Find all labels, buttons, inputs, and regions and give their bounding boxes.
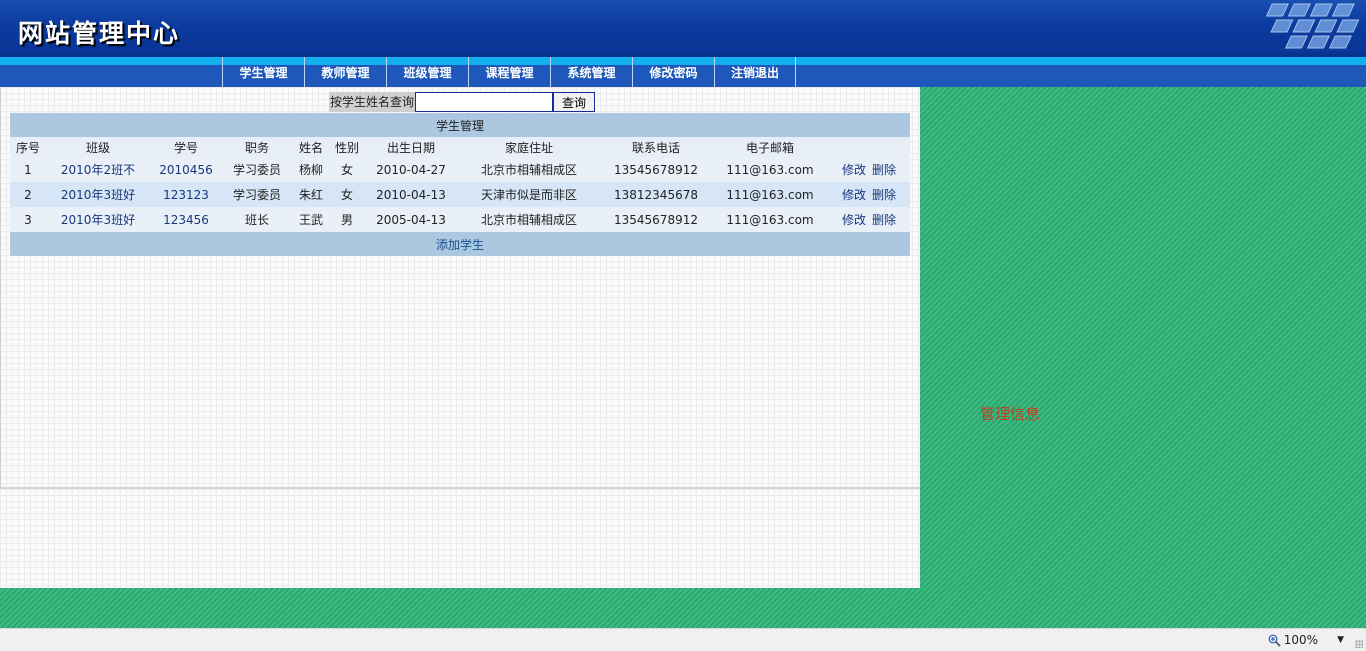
column-header: 性别	[330, 137, 364, 157]
nav-system-management[interactable]: 系统管理	[550, 57, 632, 87]
actions-cell: 修改 删除	[828, 157, 911, 182]
birthdate-cell: 2010-04-13	[364, 182, 458, 207]
nav-class-management[interactable]: 班级管理	[386, 57, 468, 87]
class-link-text[interactable]: 2010年2班不	[61, 163, 135, 177]
class-link[interactable]: 2010年3班好	[46, 182, 150, 207]
student-name-search-input[interactable]	[415, 92, 554, 112]
row-number: 1	[10, 157, 46, 182]
panel-text: 管理信息	[980, 405, 1041, 423]
class-link[interactable]: 2010年2班不	[46, 157, 150, 182]
phone-cell: 13545678912	[600, 207, 712, 232]
gender-cell: 男	[330, 207, 364, 232]
student-id-text[interactable]: 123456	[163, 213, 209, 227]
address-cell: 天津市似是而非区	[458, 182, 600, 207]
column-header: 职务	[222, 137, 292, 157]
delete-link[interactable]: 删除	[872, 213, 896, 227]
delete-link[interactable]: 删除	[872, 163, 896, 177]
gender-cell: 女	[330, 182, 364, 207]
birthdate-cell: 2010-04-27	[364, 157, 458, 182]
header-banner: 网站管理中心	[0, 0, 1366, 57]
delete-link[interactable]: 删除	[872, 188, 896, 202]
address-cell: 北京市相辅相成区	[458, 157, 600, 182]
name-cell: 王武	[292, 207, 330, 232]
column-header	[828, 137, 911, 157]
nav-course-management[interactable]: 课程管理	[468, 57, 550, 87]
column-header: 家庭住址	[458, 137, 600, 157]
main-nav: 学生管理 教师管理 班级管理 课程管理 系统管理 修改密码 注销退出	[0, 57, 1366, 87]
actions-cell: 修改 删除	[828, 207, 911, 232]
column-header: 序号	[10, 137, 46, 157]
search-label: 按学生姓名查询	[329, 92, 416, 112]
status-bar: 100% ▼	[0, 628, 1366, 651]
actions-cell: 修改 删除	[828, 182, 911, 207]
column-header: 班级	[46, 137, 150, 157]
student-table: 学生管理 序号 班级 学号 职务 姓名 性别 出生日期 家庭住址 联系电话 电子…	[10, 113, 911, 256]
edit-link[interactable]: 修改	[842, 163, 866, 177]
email-cell: 111@163.com	[712, 207, 828, 232]
nav-logout[interactable]: 注销退出	[714, 57, 796, 87]
table-row: 2 2010年3班好 123123 学习委员 朱红 女 2010-04-13 天…	[10, 182, 911, 207]
frame-border	[0, 87, 1, 487]
gender-cell: 女	[330, 157, 364, 182]
column-header: 学号	[150, 137, 222, 157]
email-cell: 111@163.com	[712, 157, 828, 182]
keyboard-graphic	[1265, 3, 1360, 49]
class-link-text[interactable]: 2010年3班好	[61, 213, 135, 227]
table-title: 学生管理	[10, 113, 911, 137]
frame-border-bottom	[0, 487, 920, 489]
nav-student-management[interactable]: 学生管理	[222, 57, 304, 87]
name-cell: 杨柳	[292, 157, 330, 182]
column-header: 出生日期	[364, 137, 458, 157]
table-row: 3 2010年3班好 123456 班长 王武 男 2005-04-13 北京市…	[10, 207, 911, 232]
nav-teacher-management[interactable]: 教师管理	[304, 57, 386, 87]
column-header: 姓名	[292, 137, 330, 157]
class-link[interactable]: 2010年3班好	[46, 207, 150, 232]
zoom-icon	[1268, 634, 1281, 647]
site-title: 网站管理中心	[18, 19, 181, 48]
search-bar: 按学生姓名查询 查询	[329, 92, 596, 112]
birthdate-cell: 2005-04-13	[364, 207, 458, 232]
phone-cell: 13545678912	[600, 157, 712, 182]
edit-link[interactable]: 修改	[842, 188, 866, 202]
phone-cell: 13812345678	[600, 182, 712, 207]
student-id-link[interactable]: 123456	[150, 207, 222, 232]
student-id-text[interactable]: 123123	[163, 188, 209, 202]
role-cell: 学习委员	[222, 157, 292, 182]
zoom-control[interactable]: 100%	[1268, 633, 1318, 647]
student-id-link[interactable]: 2010456	[150, 157, 222, 182]
student-id-text[interactable]: 2010456	[159, 163, 212, 177]
table-header-row: 序号 班级 学号 职务 姓名 性别 出生日期 家庭住址 联系电话 电子邮箱	[10, 137, 911, 157]
role-cell: 学习委员	[222, 182, 292, 207]
nav-change-password[interactable]: 修改密码	[632, 57, 714, 87]
row-number: 3	[10, 207, 46, 232]
row-number: 2	[10, 182, 46, 207]
resize-grip-icon[interactable]	[1355, 640, 1363, 648]
search-button[interactable]: 查询	[553, 92, 596, 112]
name-cell: 朱红	[292, 182, 330, 207]
add-student-link[interactable]: 添加学生	[436, 238, 484, 252]
column-header: 联系电话	[600, 137, 712, 157]
student-id-link[interactable]: 123123	[150, 182, 222, 207]
add-student-cell: 添加学生	[10, 232, 911, 256]
zoom-dropdown-icon[interactable]: ▼	[1337, 635, 1344, 645]
address-cell: 北京市相辅相成区	[458, 207, 600, 232]
edit-link[interactable]: 修改	[842, 213, 866, 227]
email-cell: 111@163.com	[712, 182, 828, 207]
class-link-text[interactable]: 2010年3班好	[61, 188, 135, 202]
bottom-band	[0, 588, 1366, 628]
role-cell: 班长	[222, 207, 292, 232]
table-row: 1 2010年2班不 2010456 学习委员 杨柳 女 2010-04-27 …	[10, 157, 911, 182]
zoom-level: 100%	[1283, 633, 1318, 647]
column-header: 电子邮箱	[712, 137, 828, 157]
right-panel: 管理信息	[920, 87, 1366, 588]
